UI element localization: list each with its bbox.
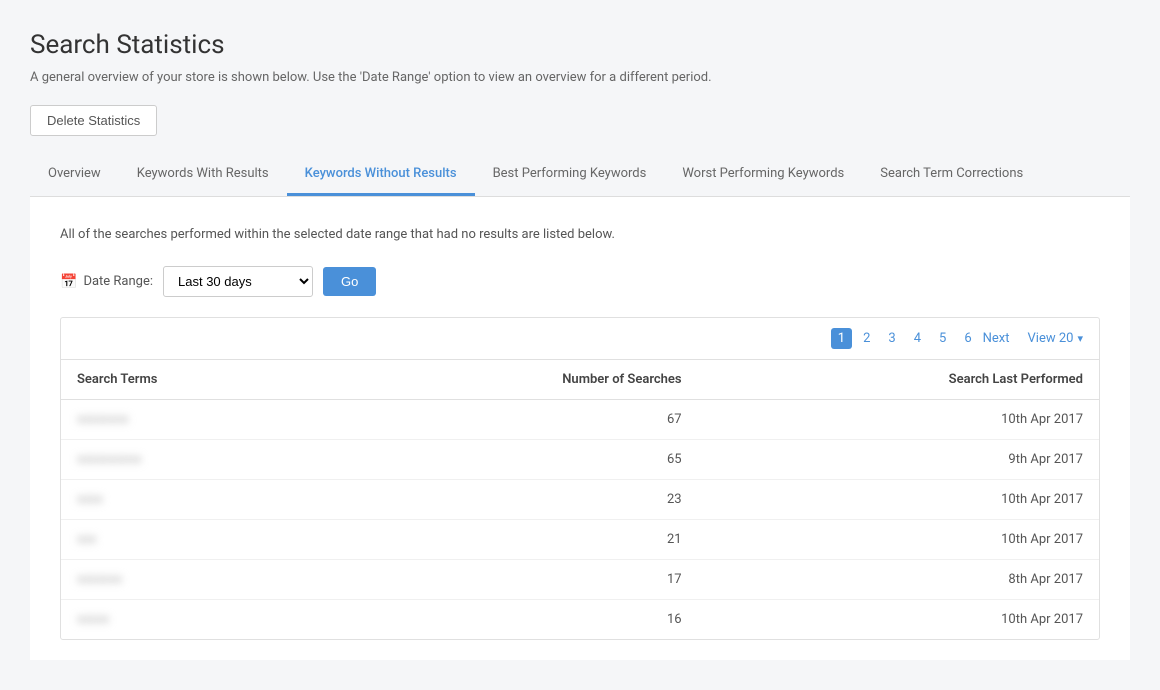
table-row: xxxxxxx178th Apr 2017 [61, 560, 1099, 600]
page-2[interactable]: 2 [856, 328, 877, 349]
col-search-last-performed: Search Last Performed [698, 360, 1099, 400]
page-6[interactable]: 6 [957, 328, 978, 349]
tab-search-term-corrections[interactable]: Search Term Corrections [862, 154, 1041, 196]
cell-term: xxxxxxx [61, 560, 332, 600]
results-table: Search Terms Number of Searches Search L… [61, 360, 1099, 639]
cell-term: xxxxxxxxxx [61, 440, 332, 480]
page-4[interactable]: 4 [907, 328, 928, 349]
date-range-select[interactable]: Last 30 days Last 7 days Last 90 days La… [163, 266, 313, 297]
table-row: xxxx2310th Apr 2017 [61, 480, 1099, 520]
cell-count: 16 [332, 600, 697, 640]
cell-date: 10th Apr 2017 [698, 480, 1099, 520]
cell-count: 21 [332, 520, 697, 560]
view-select[interactable]: View 20 ▾ [1028, 331, 1083, 346]
table-container: 1 2 3 4 5 6 Next View 20 ▾ [60, 317, 1100, 640]
delete-statistics-button[interactable]: Delete Statistics [30, 105, 157, 136]
table-row: xxx2110th Apr 2017 [61, 520, 1099, 560]
content-description: All of the searches performed within the… [60, 227, 1100, 242]
cell-date: 10th Apr 2017 [698, 400, 1099, 440]
cell-term: xxxxxxxx [61, 400, 332, 440]
cell-date: 8th Apr 2017 [698, 560, 1099, 600]
col-search-terms: Search Terms [61, 360, 332, 400]
page-title: Search Statistics [30, 30, 1130, 60]
cell-term: xxxxx [61, 600, 332, 640]
col-number-searches: Number of Searches [332, 360, 697, 400]
tab-keywords-with-results[interactable]: Keywords With Results [119, 154, 287, 196]
page-3[interactable]: 3 [881, 328, 902, 349]
tab-worst-performing[interactable]: Worst Performing Keywords [664, 154, 862, 196]
calendar-icon: 📅 [60, 274, 77, 290]
page-subtitle: A general overview of your store is show… [30, 70, 1130, 85]
cell-term: xxxx [61, 480, 332, 520]
view-label: View 20 [1028, 331, 1074, 346]
chevron-down-icon: ▾ [1077, 332, 1083, 345]
cell-date: 10th Apr 2017 [698, 600, 1099, 640]
tab-overview[interactable]: Overview [30, 154, 119, 196]
table-row: xxxxxxxx6710th Apr 2017 [61, 400, 1099, 440]
table-row: xxxxx1610th Apr 2017 [61, 600, 1099, 640]
pagination: 1 2 3 4 5 6 Next [831, 328, 1010, 349]
tab-best-performing[interactable]: Best Performing Keywords [475, 154, 665, 196]
cell-count: 65 [332, 440, 697, 480]
table-row: xxxxxxxxxx659th Apr 2017 [61, 440, 1099, 480]
page-1[interactable]: 1 [831, 328, 852, 349]
filter-row: 📅 Date Range: Last 30 days Last 7 days L… [60, 266, 1100, 297]
page-5[interactable]: 5 [932, 328, 953, 349]
content-area: All of the searches performed within the… [30, 197, 1130, 660]
date-range-label: 📅 Date Range: [60, 274, 153, 290]
page-container: Search Statistics A general overview of … [0, 0, 1160, 690]
table-header-row: Search Terms Number of Searches Search L… [61, 360, 1099, 400]
cell-date: 10th Apr 2017 [698, 520, 1099, 560]
cell-count: 23 [332, 480, 697, 520]
cell-count: 67 [332, 400, 697, 440]
go-button[interactable]: Go [323, 267, 376, 296]
next-page-button[interactable]: Next [983, 331, 1010, 346]
tab-keywords-without-results[interactable]: Keywords Without Results [287, 154, 475, 196]
content-inner: All of the searches performed within the… [30, 197, 1130, 660]
cell-date: 9th Apr 2017 [698, 440, 1099, 480]
tabs-nav: Overview Keywords With Results Keywords … [30, 154, 1130, 197]
cell-term: xxx [61, 520, 332, 560]
table-toolbar: 1 2 3 4 5 6 Next View 20 ▾ [61, 318, 1099, 360]
table-body: xxxxxxxx6710th Apr 2017xxxxxxxxxx659th A… [61, 400, 1099, 640]
cell-count: 17 [332, 560, 697, 600]
